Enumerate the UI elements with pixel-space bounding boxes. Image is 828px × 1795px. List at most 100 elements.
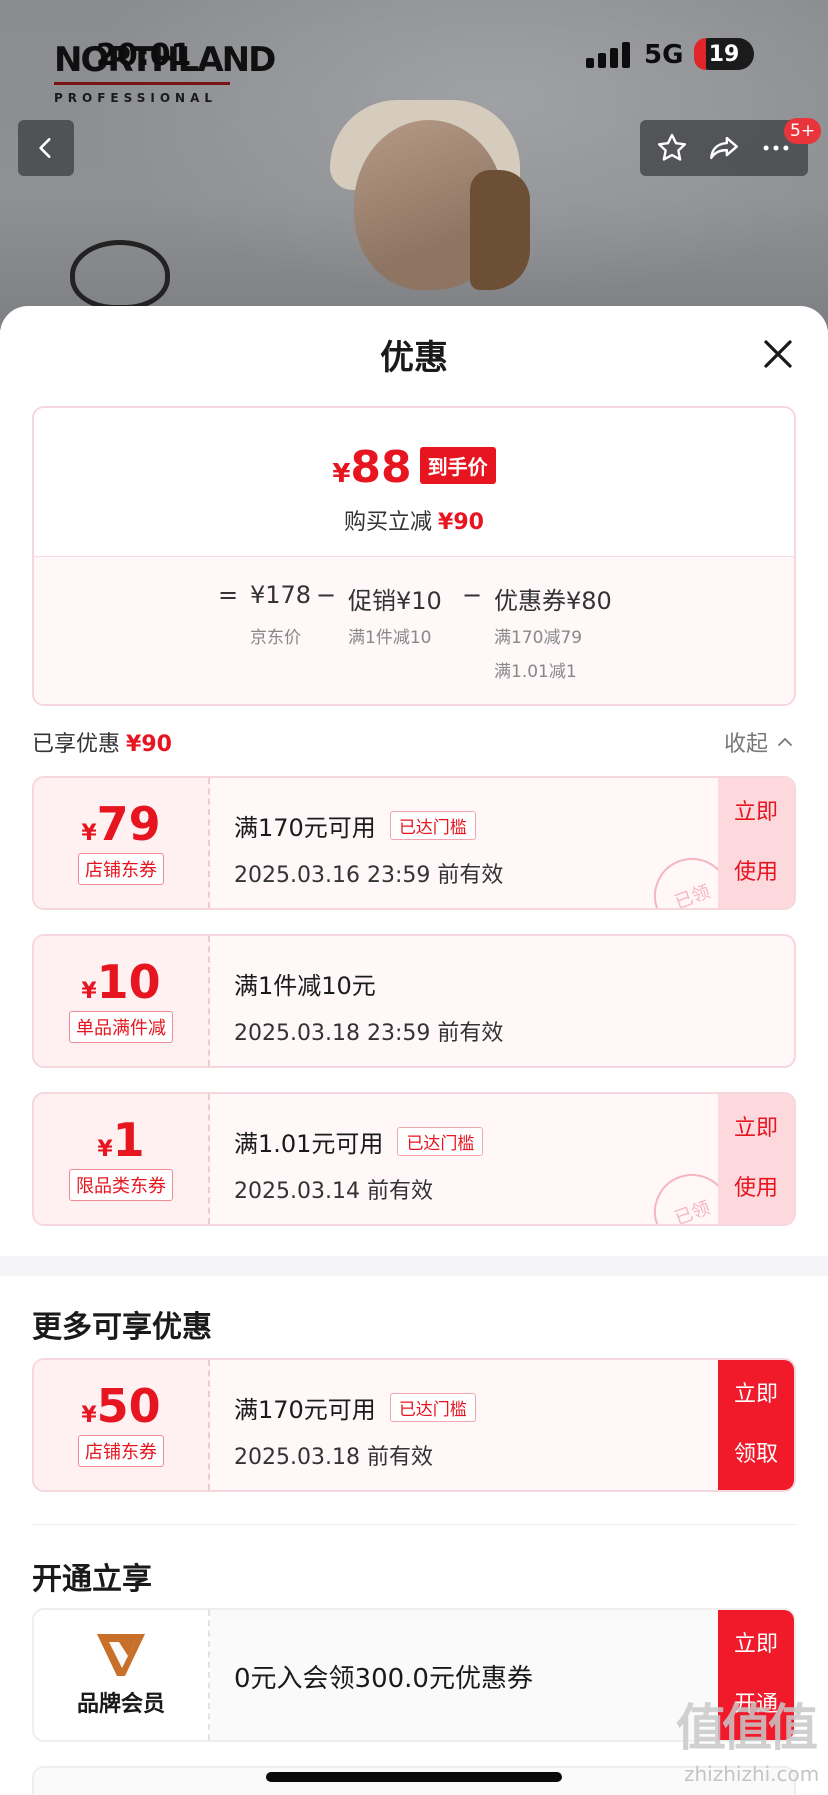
formula-equals: = xyxy=(218,581,239,609)
jd-price-label: 京东价 xyxy=(250,628,301,648)
threshold-tag: 已达门槛 xyxy=(389,811,476,840)
more-discounts-title: 更多可享优惠 xyxy=(32,1310,212,1345)
use-coupon-button[interactable]: 立即 使用 xyxy=(718,778,794,908)
coupon-condition: 满1件减10元 xyxy=(234,972,376,1000)
watermark-url: zhizhizhi.com xyxy=(684,1762,820,1786)
coupon-value: ¥10 单品满件减 xyxy=(34,936,210,1066)
save-label: 购买立减 xyxy=(344,510,433,535)
jd-price: ¥178 xyxy=(250,581,312,609)
use-coupon-button[interactable]: 立即 使用 xyxy=(718,1094,794,1224)
button-label-line1: 立即 xyxy=(733,1382,778,1407)
button-label-line1: 立即 xyxy=(733,1116,778,1141)
coupon-amount: ¥1 xyxy=(97,1117,144,1163)
divider xyxy=(32,1524,796,1525)
battery-level: 19 xyxy=(708,41,740,67)
coupon-amount: ¥10 xyxy=(81,959,160,1005)
coupon-type: 店铺东券 xyxy=(78,853,164,885)
membership-offer: 0元入会领300.0元优惠券 xyxy=(234,1664,533,1694)
threshold-tag: 已达门槛 xyxy=(389,1393,476,1422)
coupon-amount: ¥50 xyxy=(81,1383,160,1429)
coupon-value: ¥50 店铺东券 xyxy=(34,1360,210,1490)
coupon-condition: 满170元可用 xyxy=(234,814,376,842)
button-label-line1: 立即 xyxy=(733,1632,778,1657)
share-icon[interactable] xyxy=(707,131,741,165)
home-indicator xyxy=(266,1772,562,1782)
applied-discount-header: 已享优惠 ¥90 xyxy=(32,726,172,758)
applied-label: 已享优惠 xyxy=(32,732,121,757)
button-label-line2: 领取 xyxy=(733,1442,778,1467)
signal-icon xyxy=(586,42,630,68)
save-row: 购买立减 ¥90 xyxy=(34,504,794,536)
product-hero: NORTHLAND PROFESSIONAL 20:01 5G 19 5+ xyxy=(0,0,828,330)
button-label-line2: 使用 xyxy=(733,860,778,885)
coupon-type: 限品类东券 xyxy=(69,1169,173,1201)
coupon-expiry: 2025.03.18 23:59 前有效 xyxy=(234,1021,504,1046)
brand-v-logo-icon xyxy=(97,1634,145,1676)
back-button[interactable] xyxy=(18,120,74,176)
collapse-label: 收起 xyxy=(724,732,769,757)
coupon-type: 单品满件减 xyxy=(69,1011,173,1043)
membership-title: 开通立享 xyxy=(32,1562,152,1597)
coupon-card: ¥10 单品满件减 满1件减10元 2025.03.18 23:59 前有效 xyxy=(32,934,796,1068)
coupon-value: ¥79 店铺东券 xyxy=(34,778,210,908)
coupon-card: ¥1 限品类东券 满1.01元可用 已达门槛 2025.03.14 前有效 已领 … xyxy=(32,1092,796,1226)
star-icon[interactable] xyxy=(655,131,689,165)
final-price-value: 88 xyxy=(350,442,412,493)
coupon-details: 满1件减10元 2025.03.18 23:59 前有效 xyxy=(234,966,704,1047)
coupon-details: 满170元可用 已达门槛 2025.03.18 前有效 xyxy=(234,1390,704,1471)
battery-icon: 19 xyxy=(694,38,754,70)
coupon-condition-row: 满1.01元可用 已达门槛 xyxy=(234,1124,704,1159)
final-price-tag: 到手价 xyxy=(419,447,496,484)
chevron-up-icon xyxy=(778,737,792,746)
discount-sheet: 优惠 ¥88 到手价 购买立减 ¥90 = ¥178 京东价 − 促销¥10 满1… xyxy=(0,306,828,1795)
applied-amount: ¥90 xyxy=(126,732,172,757)
back-icon xyxy=(39,138,51,158)
coupon-amount-value: 10 xyxy=(96,955,161,1009)
coupon-card: ¥50 店铺东券 满170元可用 已达门槛 2025.03.18 前有效 立即领取 xyxy=(32,1358,796,1492)
coupon-condition-row: 满170元可用 已达门槛 xyxy=(234,1390,704,1425)
button-label-line2: 使用 xyxy=(733,1176,778,1201)
brand-underline xyxy=(54,82,230,85)
coupon-type: 店铺东券 xyxy=(78,1435,164,1467)
membership-brand: 品牌会员 xyxy=(34,1610,210,1740)
coupon-value: ¥1 限品类东券 xyxy=(34,1094,210,1224)
coupon-amount: 优惠券¥80 xyxy=(494,587,612,615)
save-amount: ¥90 xyxy=(438,510,484,535)
coupon-expiry: 2025.03.14 前有效 xyxy=(234,1179,433,1204)
currency-symbol: ¥ xyxy=(81,821,97,846)
final-price-row: ¥88 到手价 xyxy=(34,442,794,493)
threshold-tag: 已达门槛 xyxy=(397,1127,484,1156)
collapse-button[interactable]: 收起 xyxy=(724,726,794,758)
coupon-expiry: 2025.03.16 23:59 前有效 xyxy=(234,863,504,888)
button-label-line1: 立即 xyxy=(733,800,778,825)
coupon-rule-2: 满1.01减1 xyxy=(494,662,577,682)
coupon-card: ¥79 店铺东券 满170元可用 已达门槛 2025.03.16 23:59 前有… xyxy=(32,776,796,910)
coupon-condition-row: 满1件减10元 xyxy=(234,966,704,1001)
coupon-condition-row: 满170元可用 已达门槛 xyxy=(234,808,704,843)
promo-rule: 满1件减10 xyxy=(348,628,432,648)
coupon-amount: ¥79 xyxy=(81,801,160,847)
final-price: ¥88 xyxy=(332,442,411,493)
coupon-expiry: 2025.03.18 前有效 xyxy=(234,1445,433,1470)
coupon-condition: 满1.01元可用 xyxy=(234,1130,384,1158)
price-formula: = ¥178 京东价 − 促销¥10 满1件减10 − 优惠券¥80 满170减… xyxy=(34,556,794,704)
network-type: 5G xyxy=(644,40,684,70)
formula-minus: − xyxy=(462,581,483,609)
claim-coupon-button[interactable]: 立即 领取 xyxy=(718,1360,794,1490)
sheet-title: 优惠 xyxy=(380,338,448,378)
coupon-amount-value: 50 xyxy=(96,1379,161,1433)
coupon-amount-value: 79 xyxy=(96,797,161,851)
coupon-details: 满1.01元可用 已达门槛 2025.03.14 前有效 xyxy=(234,1124,704,1205)
coupon-amount-value: 1 xyxy=(112,1113,145,1167)
status-time: 20:01 xyxy=(96,38,192,73)
section-gap xyxy=(0,1256,828,1276)
currency-symbol: ¥ xyxy=(97,1137,113,1162)
coupon-rule-1: 满170减79 xyxy=(494,628,583,648)
message-badge: 5+ xyxy=(784,118,822,144)
coupon-details: 满170元可用 已达门槛 2025.03.16 23:59 前有效 xyxy=(234,808,704,889)
price-summary-card: ¥88 到手价 购买立减 ¥90 = ¥178 京东价 − 促销¥10 满1件减1… xyxy=(32,406,796,706)
brand-subtitle: PROFESSIONAL xyxy=(54,91,218,105)
currency-symbol: ¥ xyxy=(81,979,97,1004)
header-actions xyxy=(640,120,808,176)
close-icon[interactable] xyxy=(760,336,796,372)
